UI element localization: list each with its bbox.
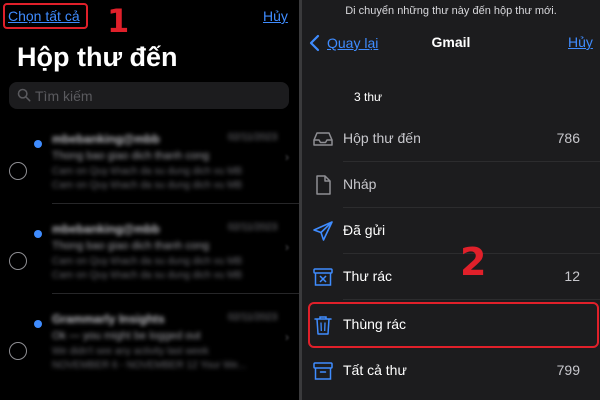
email-preview: Cam on Quy khach da su dung dich vu MB xyxy=(52,256,243,267)
move-to-mailbox-panel: Di chuyển những thư này đến hộp thư mới.… xyxy=(302,0,600,400)
email-subject: Ok — you might be logged out xyxy=(52,330,201,342)
mailbox-item-junk[interactable]: Thư rác 12 xyxy=(302,254,600,300)
select-radio[interactable] xyxy=(9,162,27,180)
cancel-button[interactable]: Hủy xyxy=(568,34,593,50)
email-subject: Thong bao giao dich thanh cong xyxy=(52,150,210,162)
archive-icon xyxy=(313,362,333,380)
email-list-item[interactable]: Grammarly Insights 02/11/2023 Ok — you m… xyxy=(0,304,300,384)
search-placeholder: Tìm kiếm xyxy=(35,88,93,104)
mailbox-item-drafts[interactable]: Nháp xyxy=(302,162,600,208)
email-preview: Cam on Quy khach da su dung dich vu MB xyxy=(52,166,243,177)
inbox-panel: Chọn tất cả 1 Hủy Hộp thư đến Tìm kiếm m… xyxy=(0,0,300,400)
search-icon xyxy=(17,88,31,102)
mailbox-item-all-mail[interactable]: Tất cả thư 799 xyxy=(302,348,600,394)
email-preview: Cam on Quy khach da su dung dich vu MB xyxy=(52,180,243,191)
chevron-right-icon: › xyxy=(285,150,289,164)
mailbox-item-inbox[interactable]: Hộp thư đến 786 xyxy=(302,116,600,162)
email-sender: mbebanking@mbb xyxy=(52,222,160,236)
chevron-right-icon: › xyxy=(285,330,289,344)
step2-highlight-box xyxy=(308,302,599,348)
email-sender: mbebanking@mbb xyxy=(52,132,160,146)
unread-dot xyxy=(34,230,42,238)
mailbox-count: 799 xyxy=(556,362,580,378)
email-sender: Grammarly Insights xyxy=(52,312,165,326)
unread-dot xyxy=(34,140,42,148)
sent-icon xyxy=(313,221,333,241)
nav-title: Gmail xyxy=(431,34,471,50)
cancel-button[interactable]: Hủy xyxy=(263,8,288,24)
email-list-item[interactable]: mbebanking@mbb 02/11/2023 Thong bao giao… xyxy=(0,214,300,294)
search-input[interactable]: Tìm kiếm xyxy=(9,82,289,109)
mailbox-item-sent[interactable]: Đã gửi xyxy=(302,208,600,254)
draft-icon xyxy=(316,175,331,195)
select-all-button[interactable]: Chọn tất cả xyxy=(8,8,80,24)
mailbox-label: Thư rác xyxy=(343,268,393,284)
step1-marker: 1 xyxy=(107,2,130,40)
divider xyxy=(343,299,600,300)
mailbox-label: Tất cả thư xyxy=(343,362,407,378)
page-title: Hộp thư đến xyxy=(17,42,178,72)
junk-icon xyxy=(313,268,333,286)
email-date: 02/11/2023 xyxy=(228,132,278,143)
mailbox-label: Nháp xyxy=(343,176,377,192)
mailbox-count: 12 xyxy=(564,268,580,284)
divider xyxy=(52,203,300,204)
mailbox-count: 786 xyxy=(556,130,580,146)
chevron-right-icon: › xyxy=(285,240,289,254)
email-preview: We didn't see any activity last week xyxy=(52,346,209,357)
mailbox-label: Hộp thư đến xyxy=(343,130,421,146)
email-date: 02/11/2023 xyxy=(228,312,278,323)
email-preview: NOVEMBER 6 - NOVEMBER 12 Your We... xyxy=(52,360,247,371)
step2-marker: 2 xyxy=(460,240,487,284)
move-prompt: Di chuyển những thư này đến hộp thư mới. xyxy=(345,5,557,17)
email-subject: Thong bao giao dich thanh cong xyxy=(52,240,210,252)
unread-dot xyxy=(34,320,42,328)
email-list-item[interactable]: mbebanking@mbb 02/11/2023 Thong bao giao… xyxy=(0,124,300,204)
email-preview: Cam on Quy khach da su dung dich vu MB xyxy=(52,270,243,281)
select-radio[interactable] xyxy=(9,342,27,360)
message-count: 3 thư xyxy=(354,90,383,104)
select-radio[interactable] xyxy=(9,252,27,270)
mailbox-label: Đã gửi xyxy=(343,222,386,238)
divider xyxy=(52,293,300,294)
email-date: 02/11/2023 xyxy=(228,222,278,233)
inbox-icon xyxy=(313,132,333,146)
